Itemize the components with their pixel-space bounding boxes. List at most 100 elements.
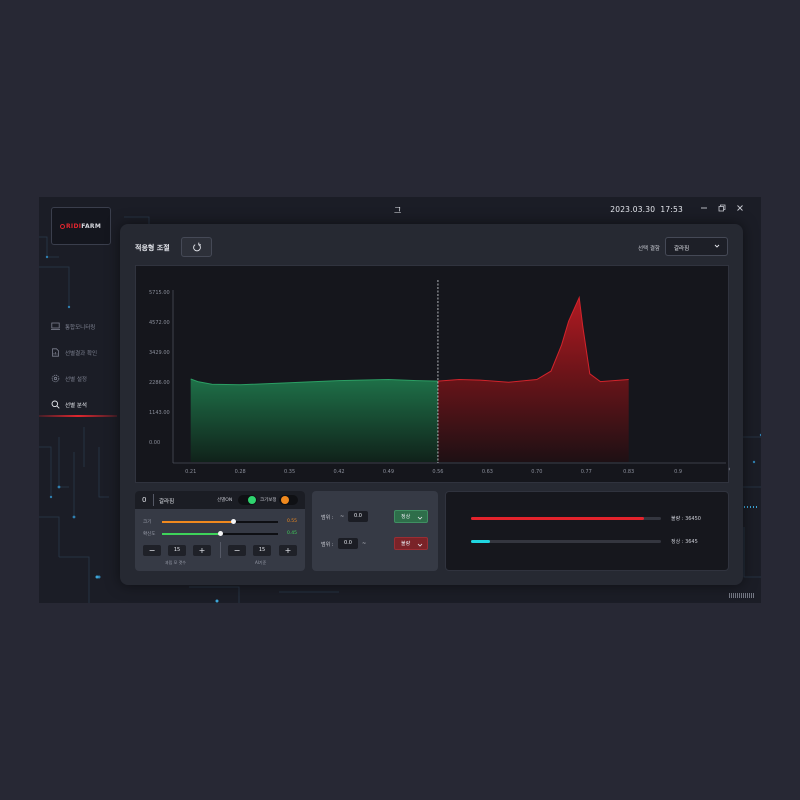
window-title: 그: [394, 206, 402, 215]
sidebar-item-label: 통합모니터링: [65, 325, 96, 331]
restore-button[interactable]: [716, 204, 728, 216]
sidebar-item-label: 선별 분석: [65, 403, 87, 409]
size-correction-toggle[interactable]: [279, 495, 298, 505]
divider: [220, 542, 221, 558]
normal-area: [190, 379, 438, 462]
slider-label-size: 크기: [143, 520, 152, 525]
range1-label: 범위 :: [321, 515, 334, 521]
confidence-slider[interactable]: [162, 531, 278, 536]
stepper1-value[interactable]: 15: [168, 545, 186, 556]
logo-text: RIDIFARM: [60, 223, 101, 230]
sidebar-item-monitoring[interactable]: 통합모니터링: [39, 315, 117, 339]
page-title: 적응형 조절: [135, 244, 170, 252]
x-tick-label: 0.35: [284, 469, 295, 475]
stepper2-value[interactable]: 15: [253, 545, 271, 556]
y-tick-label: 1143.00: [149, 410, 170, 416]
time-text: 17:53: [660, 205, 683, 214]
logo-part1: RIDI: [66, 223, 82, 230]
sidebar-item-label: 선별결과 확인: [65, 351, 98, 357]
y-tick-label: 4572.00: [149, 320, 170, 326]
y-tick-label: 0.00: [149, 440, 160, 446]
gear-icon: [51, 374, 60, 383]
sidebar-item-analysis[interactable]: 선별 분석: [39, 393, 117, 417]
slider-handle[interactable]: [217, 531, 223, 536]
range2-label: 범위 :: [321, 542, 334, 548]
defect-count-label: 불량 : 36450: [671, 516, 701, 522]
x-tick-label: 0.9: [674, 469, 682, 475]
stepper2-plus-button[interactable]: +: [279, 545, 297, 556]
range1-input[interactable]: 0.0: [348, 511, 368, 522]
stepper1-minus-button[interactable]: −: [143, 545, 161, 556]
document-chart-icon: [52, 348, 59, 357]
logo-part2: FARM: [81, 223, 102, 230]
title-bar: 그 2023.03.30 17:53: [39, 197, 761, 223]
minimize-button[interactable]: [698, 204, 710, 216]
slider-label-confidence: 확신도: [143, 532, 156, 537]
chevron-down-icon: [417, 516, 423, 520]
chart-svg: 0.00 1143.00 2286.00 3429.00 4572.00 5715.00 0…: [149, 280, 730, 475]
monitor-icon: [51, 322, 60, 330]
logo: RIDIFARM: [51, 207, 111, 245]
x-tick-label: 0.42: [333, 469, 344, 475]
bar-fill: [471, 517, 644, 520]
restore-icon: [718, 204, 726, 212]
stats-card: 불량 : 36450 정상 : 3645: [445, 491, 729, 571]
slider-fill: [162, 533, 220, 535]
main-panel: 적응형 조절 선택 결함 갈라짐 0.00 1143.00 2286.00 34…: [120, 224, 743, 585]
select-value: 갈라짐: [674, 246, 690, 252]
area-chart: 0.00 1143.00 2286.00 3429.00 4572.00 5715.00 0…: [135, 265, 730, 483]
x-tick-label: 0.83: [623, 469, 634, 475]
datetime: 2023.03.30 17:53: [610, 205, 683, 214]
y-tick-label: 2286.00: [149, 380, 170, 386]
stepper1-caption: 과립 모 갯수: [165, 560, 186, 565]
x-tick-label: 0.63: [482, 469, 493, 475]
refresh-icon: [193, 242, 201, 252]
stepper1-plus-button[interactable]: +: [193, 545, 211, 556]
range-card: 범위 : ~ 0.0 정상 범위 : 0.0 ~ 불량: [312, 491, 438, 571]
y-tick-label: 5715.00: [149, 290, 170, 296]
date-text: 2023.03.30: [610, 205, 656, 214]
slider-fill: [162, 521, 234, 523]
axis-arrow-icon: [728, 467, 730, 471]
defect-card-header: 0 갈라짐 선별ON 크기보정: [135, 491, 305, 509]
active-indicator: [39, 415, 117, 417]
x-tick-label: 0.56: [432, 469, 443, 475]
chevron-down-icon: [714, 244, 720, 248]
sidebar-item-results[interactable]: 선별결과 확인: [39, 341, 117, 365]
slider-handle[interactable]: [231, 519, 237, 524]
chevron-down-icon: [417, 543, 423, 547]
normal-status-select[interactable]: 정상: [394, 510, 428, 523]
refresh-button[interactable]: [181, 237, 212, 257]
toggle-label-size: 크기보정: [260, 498, 277, 503]
defect-name: 갈라짐: [159, 499, 175, 505]
close-icon: [737, 205, 743, 211]
stepper2-minus-button[interactable]: −: [228, 545, 246, 556]
toggle-label-sort: 선별ON: [217, 498, 233, 503]
search-icon: [51, 400, 60, 409]
x-tick-label: 0.28: [235, 469, 246, 475]
badge-label: 정상: [401, 514, 411, 520]
range2-input[interactable]: 0.0: [338, 538, 358, 549]
close-button[interactable]: [734, 204, 746, 216]
sidebar-item-label: 선별 설정: [65, 377, 87, 383]
y-tick-label: 3429.00: [149, 350, 170, 356]
app-window: 그 2023.03.30 17:53 RIDIFARM 통합모니터링 선별결과 …: [39, 197, 761, 603]
slider-value-confidence: 0.45: [286, 531, 297, 536]
bar-fill: [471, 540, 490, 543]
sidebar-item-settings[interactable]: 선별 설정: [39, 367, 117, 391]
minimize-icon: [701, 207, 707, 209]
x-tick-label: 0.21: [185, 469, 196, 475]
range1-tilde: ~: [340, 514, 345, 520]
toggle-knob: [281, 496, 289, 504]
toggle-knob: [248, 496, 256, 504]
defect-status-select[interactable]: 불량: [394, 537, 428, 550]
defect-line: [437, 295, 629, 383]
defect-select[interactable]: 갈라짐: [665, 237, 728, 256]
defect-count-bar: [471, 517, 661, 520]
sort-on-toggle[interactable]: [238, 495, 257, 505]
x-tick-label: 0.49: [383, 469, 394, 475]
range2-tilde: ~: [362, 541, 367, 547]
defect-number: 0: [142, 496, 147, 504]
x-tick-label: 0.70: [531, 469, 542, 475]
size-slider[interactable]: [162, 519, 278, 524]
